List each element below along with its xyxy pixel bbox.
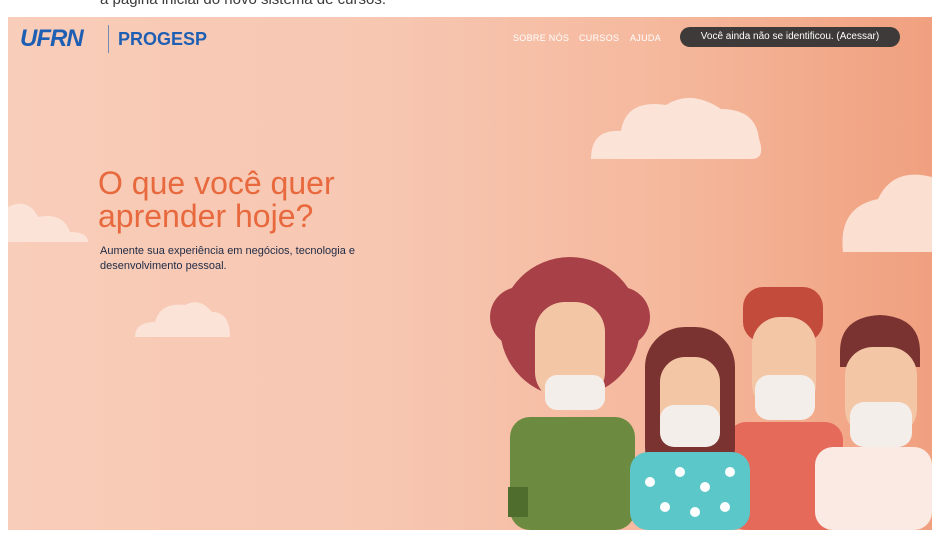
caption-text: a página inicial do novo sistema de curs…	[100, 0, 386, 8]
person-girl	[630, 327, 750, 530]
navbar: UFRN PROGESP SOBRE NÓS CURSOS AJUDA Você…	[8, 17, 932, 61]
logo-divider	[108, 25, 109, 53]
nav-sobre-nos[interactable]: SOBRE NÓS	[513, 33, 569, 43]
cloud-right-edge	[842, 174, 932, 252]
person-curly-hair	[490, 257, 650, 530]
login-button[interactable]: Você ainda não se identificou. (Acessar)	[680, 27, 900, 47]
person-dark-hair-man	[815, 315, 932, 530]
people-with-masks-illustration	[490, 257, 932, 530]
nav-ajuda[interactable]: AJUDA	[630, 33, 661, 43]
hero-title: O que você quer aprender hoje?	[98, 165, 335, 234]
hero-subtitle: Aumente sua experiência em negócios, tec…	[100, 245, 355, 272]
app-frame: UFRN PROGESP SOBRE NÓS CURSOS AJUDA Você…	[8, 17, 932, 530]
cloud-middle	[135, 302, 230, 337]
progesp-brand[interactable]: PROGESP	[118, 29, 207, 50]
cloud-top-right	[591, 97, 762, 159]
cloud-left	[8, 203, 88, 242]
ufrn-logo[interactable]: UFRN	[20, 25, 84, 53]
nav-cursos[interactable]: CURSOS	[579, 33, 619, 43]
